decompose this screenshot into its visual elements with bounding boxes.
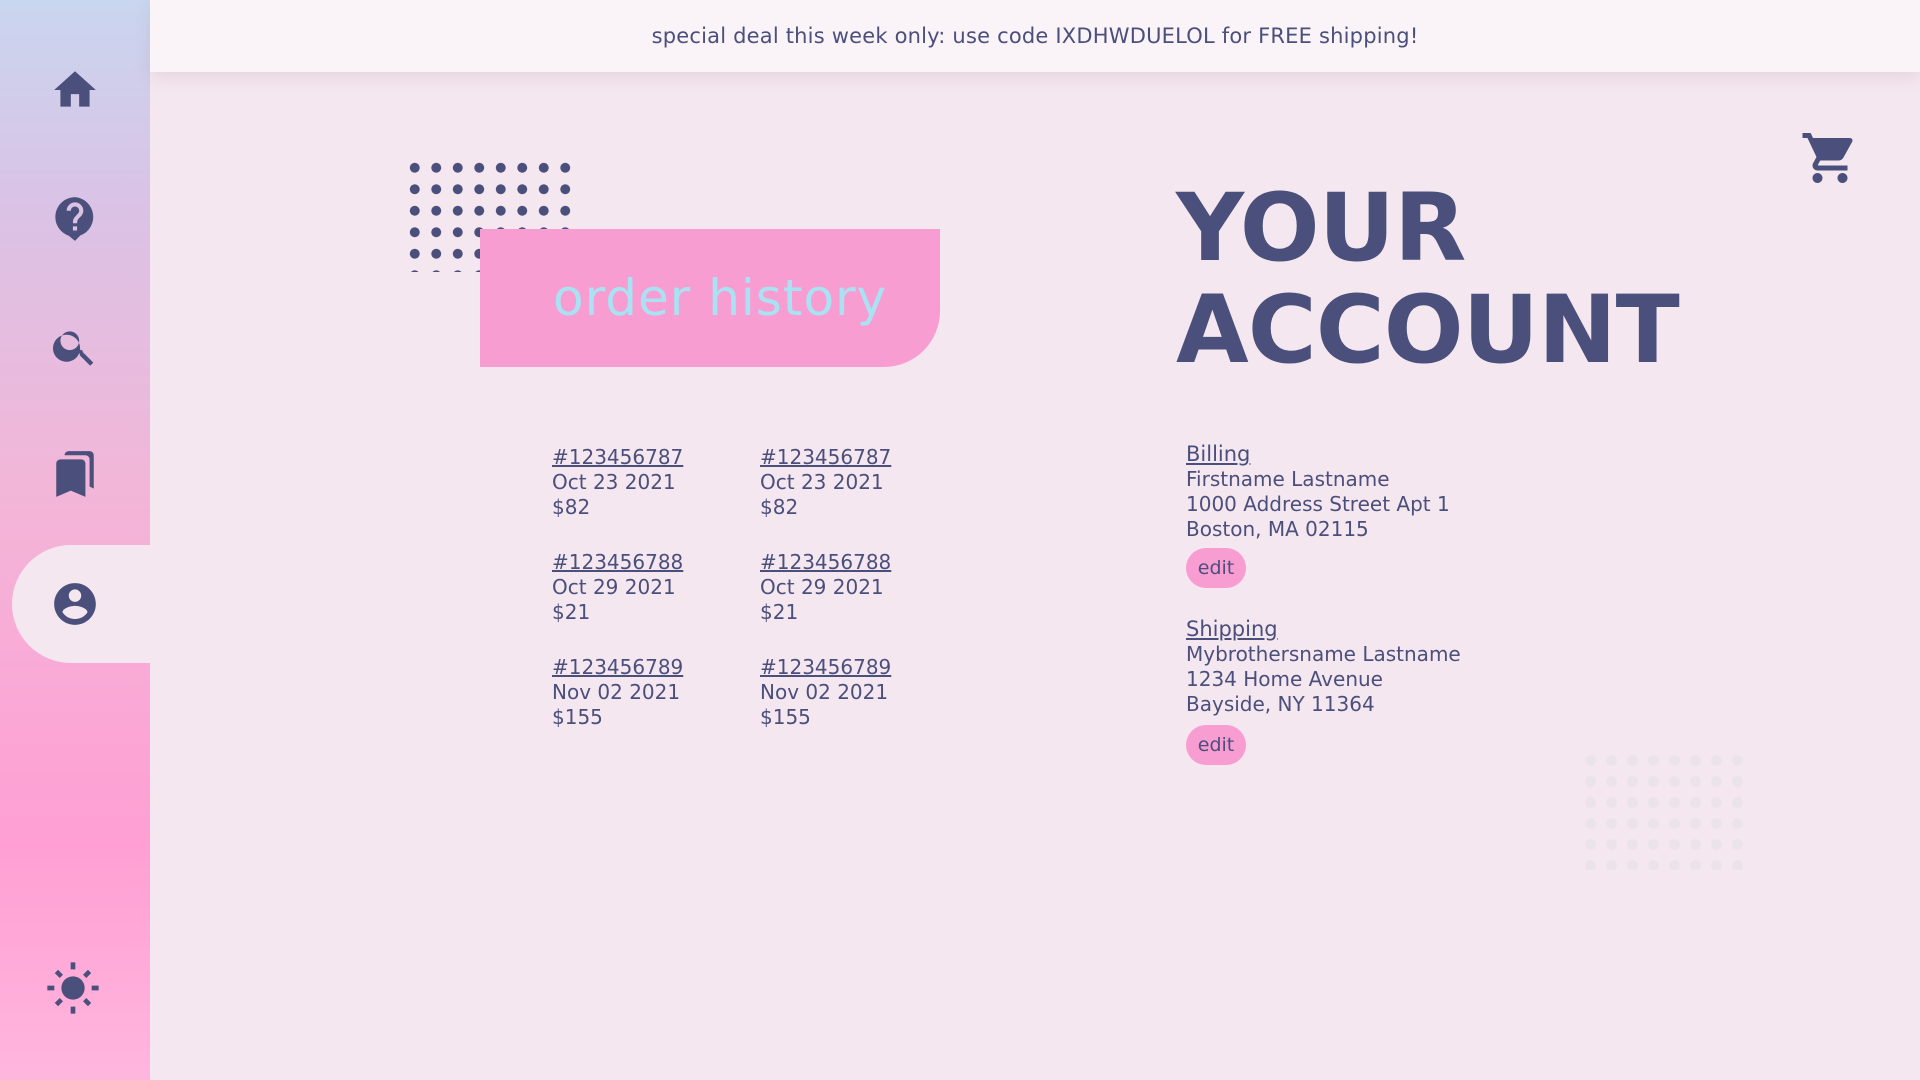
promo-banner-text: special deal this week only: use code IX… [651,24,1419,48]
edit-billing-button[interactable]: edit [1186,548,1246,588]
order-number-link[interactable]: #123456787 [760,445,940,470]
page-title-line-2: ACCOUNT [1176,276,1680,385]
shipping-heading[interactable]: Shipping [1186,617,1546,642]
search-icon [52,331,94,366]
order-item: #123456787 Oct 23 2021 $82 [760,445,940,520]
home-icon [54,71,96,107]
shipping-name: Mybrothersname Lastname [1186,642,1461,666]
page-title: YOUR ACCOUNT [1176,178,1696,382]
theme-toggle[interactable] [45,960,105,1020]
sidebar-item-account[interactable] [12,545,150,663]
billing-heading[interactable]: Billing [1186,442,1546,467]
account-icon [54,583,96,625]
order-total: $21 [760,600,799,624]
order-number-link[interactable]: #123456787 [552,445,732,470]
promo-banner: special deal this week only: use code IX… [150,0,1920,72]
order-date: Oct 29 2021 [760,575,884,599]
sidebar-item-search[interactable] [0,296,150,396]
order-item: #123456789 Nov 02 2021 $155 [760,655,940,730]
sidebar [0,0,150,1080]
shipping-address: Shipping Mybrothersname Lastname 1234 Ho… [1186,617,1546,717]
order-item: #123456787 Oct 23 2021 $82 [552,445,732,520]
order-date: Nov 02 2021 [552,680,681,704]
order-number-link[interactable]: #123456789 [760,655,940,680]
bookmarks-icon [56,451,94,497]
billing-street: 1000 Address Street Apt 1 [1186,492,1450,516]
order-total: $82 [552,495,591,519]
order-date: Oct 23 2021 [552,470,676,494]
order-number-link[interactable]: #123456788 [760,550,940,575]
decorative-faint-dot-grid [1580,750,1745,870]
order-total: $155 [760,705,811,729]
order-total: $82 [760,495,799,519]
order-date: Nov 02 2021 [760,680,889,704]
shipping-city: Bayside, NY 11364 [1186,692,1375,716]
order-item: #123456788 Oct 29 2021 $21 [552,550,732,625]
order-total: $155 [552,705,603,729]
order-item: #123456789 Nov 02 2021 $155 [552,655,732,730]
order-history-title: order history [553,269,888,327]
order-date: Oct 23 2021 [760,470,884,494]
order-item: #123456788 Oct 29 2021 $21 [760,550,940,625]
order-number-link[interactable]: #123456789 [552,655,732,680]
edit-shipping-button[interactable]: edit [1186,725,1246,765]
sidebar-item-help[interactable] [0,168,150,268]
billing-city: Boston, MA 02115 [1186,517,1369,541]
order-date: Oct 29 2021 [552,575,676,599]
help-icon [55,197,94,241]
sidebar-item-home[interactable] [0,40,150,140]
billing-address: Billing Firstname Lastname 1000 Address … [1186,442,1546,542]
order-total: $21 [552,600,591,624]
page-title-line-1: YOUR [1176,174,1466,283]
sidebar-item-bookmarks[interactable] [0,424,150,524]
shipping-street: 1234 Home Avenue [1186,667,1383,691]
cart-icon [1802,133,1853,183]
order-number-link[interactable]: #123456788 [552,550,732,575]
billing-name: Firstname Lastname [1186,467,1390,491]
sun-icon [47,962,99,1014]
cart-button[interactable] [1800,128,1860,188]
